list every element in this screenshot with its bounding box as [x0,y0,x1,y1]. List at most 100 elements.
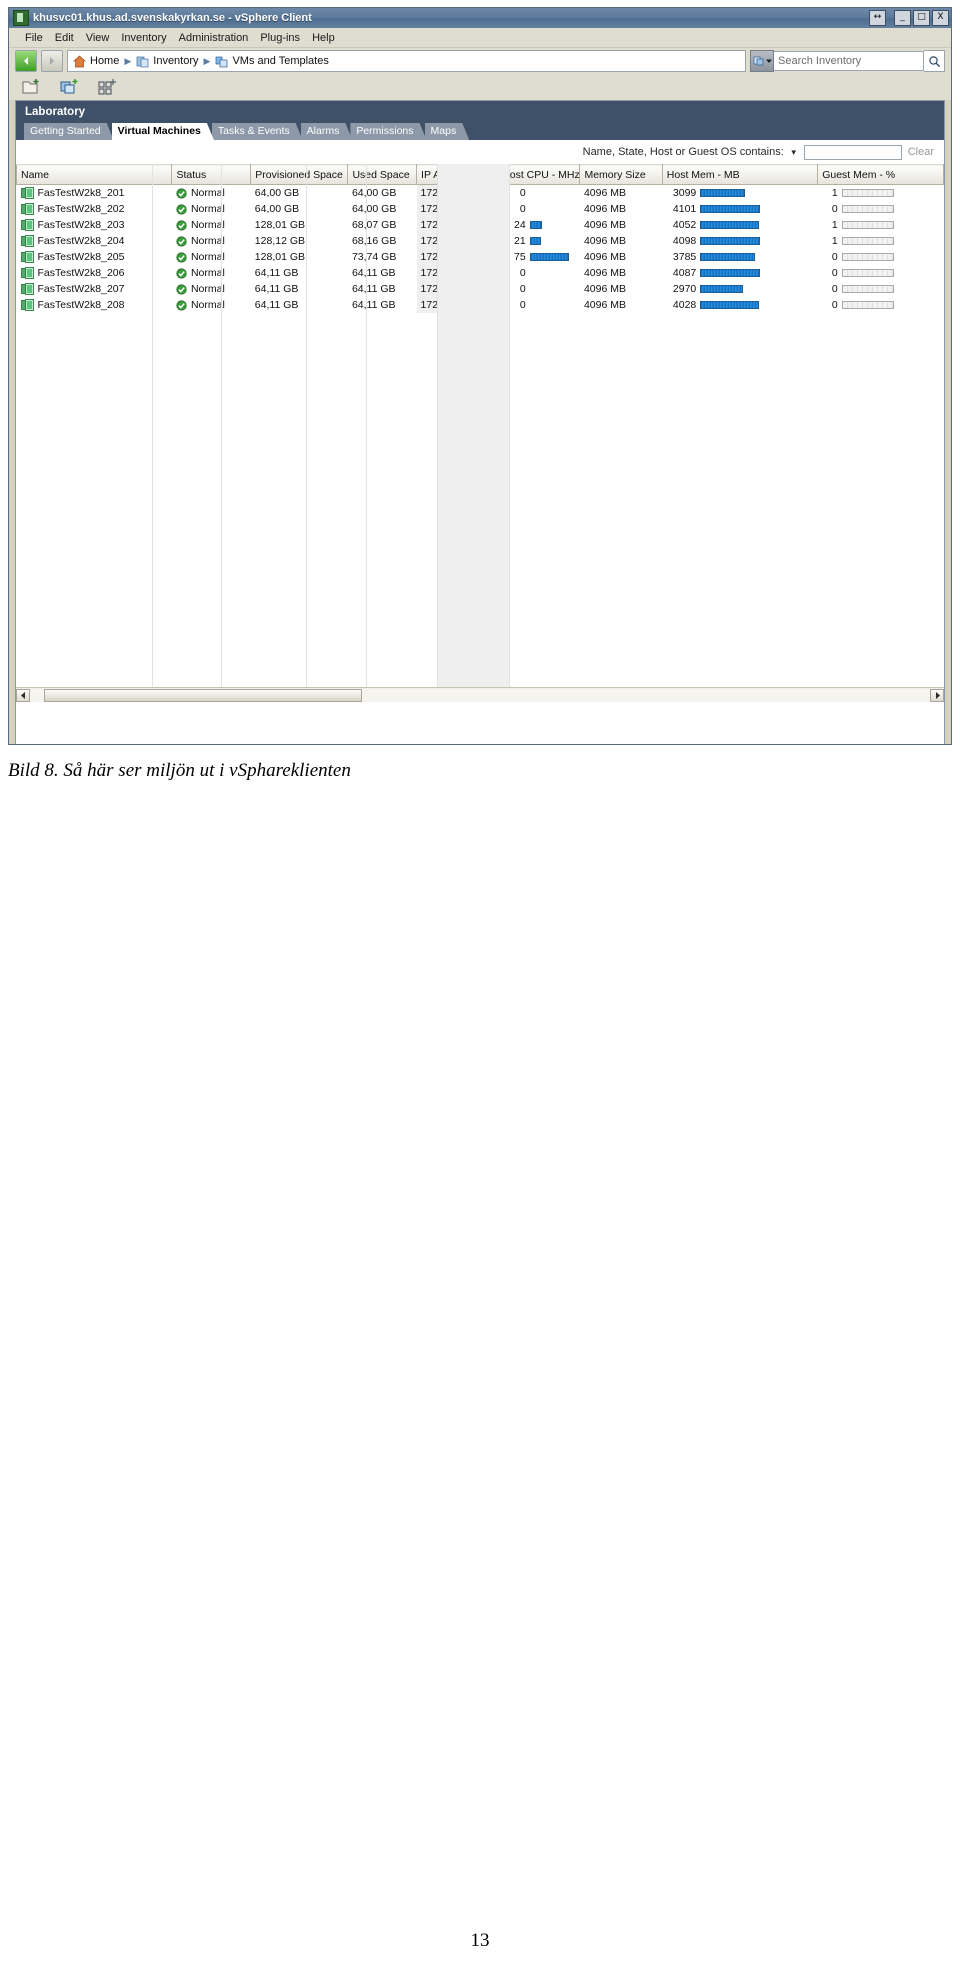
cell-status: Normal [172,217,251,233]
vm-status: Normal [190,299,225,311]
vm-filter-clear-button[interactable]: Clear [908,146,934,158]
navigation-bar: Home ▶ Inventory ▶ VMs and Templates Sea… [9,48,951,74]
search-input[interactable]: Search Inventory [774,51,924,71]
cell-name: FasTestW2k8_203 [17,217,172,233]
new-folder-icon[interactable] [21,77,41,97]
guest-mem-value: 0 [831,251,838,263]
cell-memory-size: 4096 MB [583,219,626,231]
cell-provisioned-space: 64,11 GB [254,283,299,295]
vm-filter-dropdown-icon[interactable]: ▼ [790,148,798,157]
tab-alarms[interactable]: Alarms [301,123,353,140]
scroll-thumb[interactable] [44,688,362,702]
breadcrumb-label-vms-and-templates: VMs and Templates [232,55,329,67]
host-mem-value: 4087 [672,267,697,279]
cell-used-space: 64,11 GB [351,283,396,295]
back-button[interactable] [15,50,37,72]
vm-filter-input[interactable] [803,144,902,160]
arrow-right-icon [50,57,54,65]
column-header-memory-size[interactable]: Memory Size [579,164,663,185]
column-header-provisioned-space[interactable]: Provisioned Space [250,164,349,185]
guest-mem-value: 1 [831,187,838,199]
grid-horizontal-scrollbar[interactable] [16,687,944,702]
virtual-machine-icon [20,187,34,199]
vm-name: FasTestW2k8_203 [37,219,125,231]
cell-name: FasTestW2k8_204 [17,233,172,249]
cell-host-cpu-mhz: 0 [498,297,580,313]
column-header-status[interactable]: Status [171,164,252,185]
guest-mem-bar [841,285,894,293]
host-mem-bar [700,301,760,309]
cell-memory-size: 4096 MB [583,235,626,247]
close-button[interactable]: X [932,10,949,26]
menu-item-plugins[interactable]: Plug-ins [254,31,306,45]
breadcrumb-item-home[interactable]: Home [73,55,119,68]
scroll-left-button[interactable] [16,688,30,702]
tab-virtual-machines[interactable]: Virtual Machines [112,123,214,140]
tab-getting-started[interactable]: Getting Started [24,123,114,140]
virtual-machine-icon [20,299,34,311]
vms-templates-icon [216,56,228,67]
breadcrumb-label-inventory: Inventory [153,55,199,67]
vm-name: FasTestW2k8_204 [37,235,125,247]
cell-name: FasTestW2k8_208 [17,297,172,313]
virtual-machine-icon [20,251,34,263]
host-mem-value: 4098 [672,235,697,247]
cell-guest-mem-pct: 0 [818,281,944,297]
forward-button[interactable] [41,50,63,72]
cell-status: Normal [172,233,251,249]
guest-mem-bar [841,189,894,197]
cell-host-cpu-mhz: 0 [498,185,580,202]
tab-tasks-and-events[interactable]: Tasks & Events [212,123,303,140]
maximize-button[interactable]: □ [913,10,930,26]
cell-used-space: 68,07 GB [351,219,397,231]
new-virtual-machine-icon[interactable] [59,77,79,97]
tab-maps[interactable]: Maps [425,123,470,140]
column-header-name[interactable]: Name [16,164,173,185]
host-mem-value: 3099 [672,187,697,199]
status-normal-icon [176,251,187,263]
cell-guest-mem-pct: 0 [818,265,944,281]
menu-item-view[interactable]: View [80,31,116,45]
minimize-button[interactable]: _ [894,10,911,26]
search-submit-button[interactable] [924,50,945,72]
scroll-right-button[interactable] [930,688,944,702]
status-normal-icon [176,283,187,295]
cell-used-space: 73,74 GB [351,251,397,263]
deploy-ovf-template-icon[interactable] [97,77,117,97]
column-header-guest-mem-pct[interactable]: Guest Mem - % [817,164,944,185]
menu-item-edit[interactable]: Edit [49,31,80,45]
vm-status: Normal [190,235,225,247]
cell-host-cpu-mhz: 24 [498,217,580,233]
cell-host-cpu-mhz: 0 [498,281,580,297]
host-mem-bar [700,205,761,213]
virtual-machine-icon [20,267,34,279]
cell-used-space: 64,00 GB [351,203,397,215]
tab-permissions[interactable]: Permissions [350,123,426,140]
ip-column-shade [437,164,509,687]
cell-name: FasTestW2k8_206 [17,265,172,281]
breadcrumb[interactable]: Home ▶ Inventory ▶ VMs and Templates [67,50,746,72]
menu-item-inventory[interactable]: Inventory [115,31,172,45]
menu-item-administration[interactable]: Administration [173,31,255,45]
cell-host-mem-mb: 3099 [662,185,817,202]
status-normal-icon [176,203,187,215]
vm-name: FasTestW2k8_206 [37,267,125,279]
scroll-track[interactable] [30,688,930,702]
search-scope-dropdown[interactable] [750,50,774,72]
restore-down-button[interactable]: ↔ [869,10,886,26]
breadcrumb-item-vms-and-templates[interactable]: VMs and Templates [215,55,329,68]
menu-item-help[interactable]: Help [306,31,341,45]
vsphere-client-window: khusvc01.khus.ad.svenskakyrkan.se - vSph… [8,7,952,745]
column-header-used-space[interactable]: Used Space [347,164,418,185]
object-toolbar [9,74,951,100]
column-header-host-mem-mb[interactable]: Host Mem - MB [661,164,819,185]
window-title-bar: khusvc01.khus.ad.svenskakyrkan.se - vSph… [9,8,951,28]
vm-name: FasTestW2k8_208 [37,299,125,311]
cell-guest-mem-pct: 1 [818,217,944,233]
cell-guest-mem-pct: 0 [818,297,944,313]
menu-item-file[interactable]: File [19,31,49,45]
cell-provisioned-space: 64,00 GB [254,187,300,199]
column-header-host-cpu-mhz[interactable]: Host CPU - MHz [497,164,581,185]
guest-mem-value: 0 [831,299,838,311]
breadcrumb-item-inventory[interactable]: Inventory [136,55,199,68]
